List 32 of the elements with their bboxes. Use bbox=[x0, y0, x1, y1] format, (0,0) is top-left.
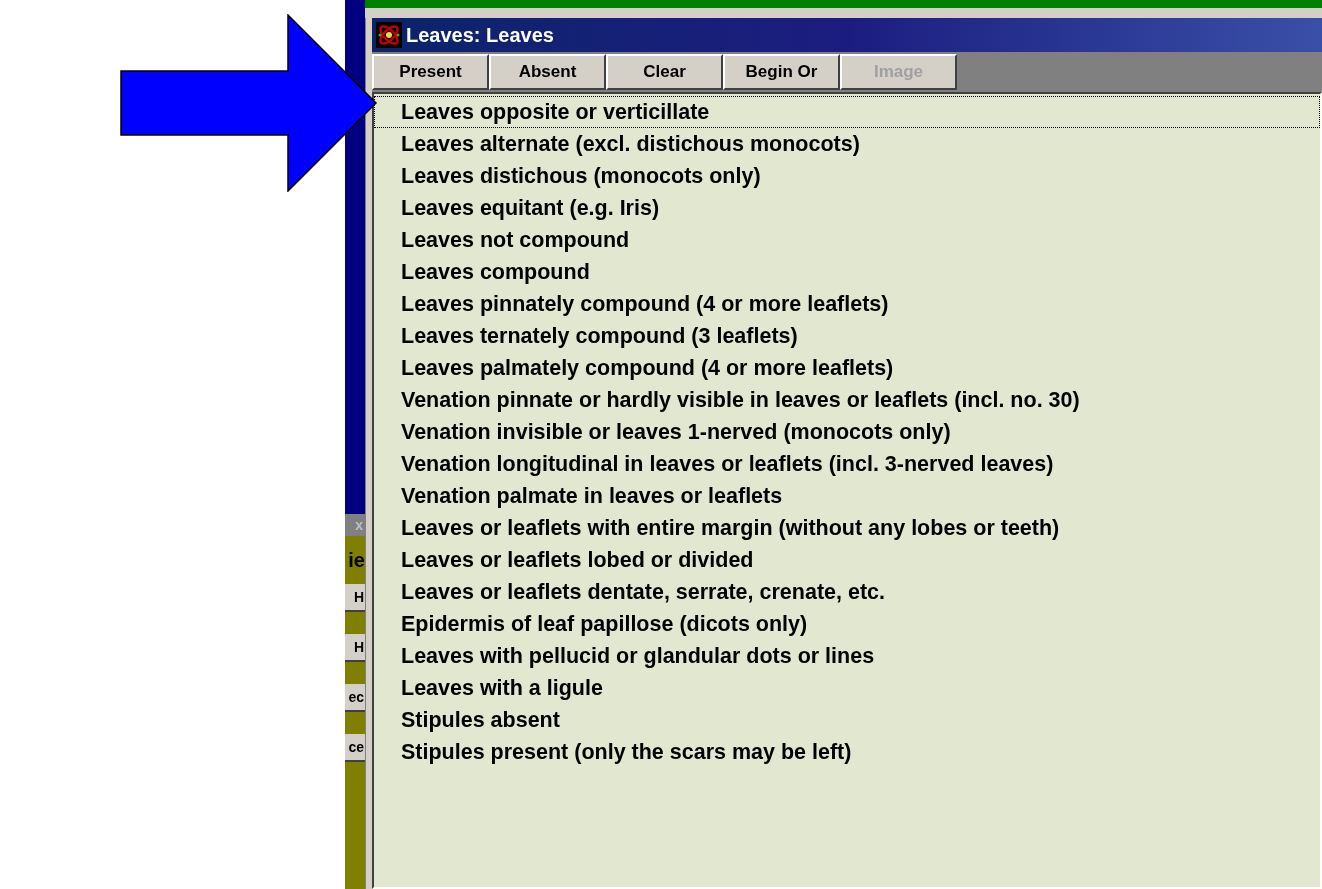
background-button[interactable]: ce bbox=[345, 734, 365, 762]
list-item[interactable]: Leaves alternate (excl. distichous monocots) bbox=[374, 128, 1320, 160]
list-item[interactable]: Leaves or leaflets with entire margin (without any lobes or teeth) bbox=[374, 512, 1320, 544]
background-button[interactable]: H bbox=[345, 584, 365, 612]
list-item[interactable]: Venation longitudinal in leaves or leaflets (incl. 3-nerved leaves) bbox=[374, 448, 1320, 480]
list-item[interactable]: Leaves not compound bbox=[374, 224, 1320, 256]
list-item[interactable]: Leaves compound bbox=[374, 256, 1320, 288]
toolbar-button[interactable]: Absent bbox=[489, 54, 606, 90]
toolbar-button[interactable]: Begin Or bbox=[723, 54, 840, 90]
window-heading: ie bbox=[348, 550, 365, 570]
list-item[interactable]: Leaves pinnately compound (4 or more leaflets) bbox=[374, 288, 1320, 320]
list-item[interactable]: Stipules present (only the scars may be left) bbox=[374, 736, 1320, 768]
background-button[interactable]: H bbox=[345, 634, 365, 662]
background-button[interactable]: ec bbox=[345, 684, 365, 712]
list-item[interactable]: Leaves palmately compound (4 or more leaflets) bbox=[374, 352, 1320, 384]
list-item[interactable]: Leaves with pellucid or glandular dots or lines bbox=[374, 640, 1320, 672]
list-item[interactable]: Venation palmate in leaves or leaflets bbox=[374, 480, 1320, 512]
list-item[interactable]: Leaves opposite or verticillate bbox=[374, 96, 1320, 128]
window-title: Leaves: Leaves bbox=[406, 23, 554, 48]
app-logo-icon bbox=[376, 22, 402, 48]
list-item[interactable]: Leaves or leaflets dentate, serrate, crenate, etc. bbox=[374, 576, 1320, 608]
list-item[interactable]: Leaves distichous (monocots only) bbox=[374, 160, 1320, 192]
list-item[interactable]: Leaves equitant (e.g. Iris) bbox=[374, 192, 1320, 224]
list-item[interactable]: Venation invisible or leaves 1-nerved (monocots only) bbox=[374, 416, 1320, 448]
toolbar-button[interactable]: Present bbox=[372, 54, 489, 90]
list-item[interactable]: Leaves or leaflets lobed or divided bbox=[374, 544, 1320, 576]
list-item[interactable]: Venation pinnate or hardly visible in leaves or leaflets (incl. no. 30) bbox=[374, 384, 1320, 416]
toolbar-button[interactable]: Clear bbox=[606, 54, 723, 90]
list-item[interactable]: Leaves ternately compound (3 leaflets) bbox=[374, 320, 1320, 352]
list-item[interactable]: Epidermis of leaf papillose (dicots only) bbox=[374, 608, 1320, 640]
list-item[interactable]: Leaves with a ligule bbox=[374, 672, 1320, 704]
list-item[interactable]: Stipules absent bbox=[374, 704, 1320, 736]
